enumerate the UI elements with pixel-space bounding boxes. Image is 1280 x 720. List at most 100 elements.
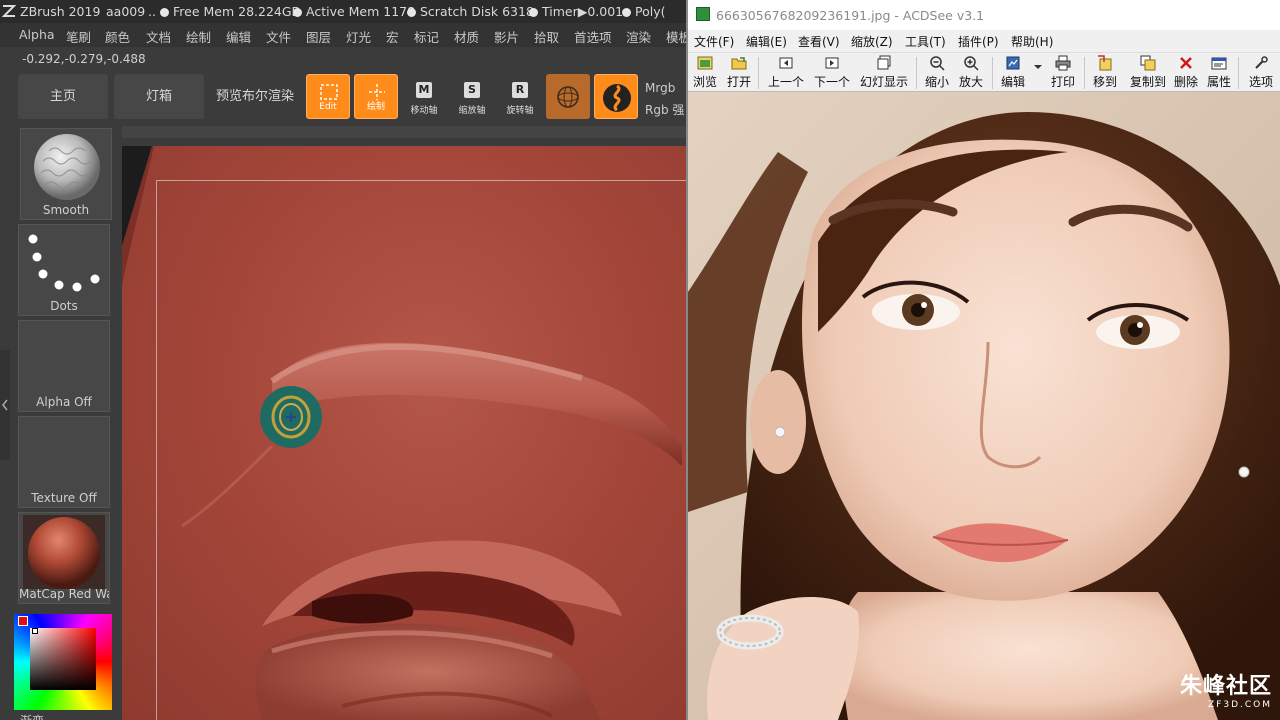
menu-draw[interactable]: 绘制 <box>186 27 211 46</box>
zoom-in-icon <box>963 55 979 71</box>
menu-layer[interactable]: 图层 <box>306 27 331 46</box>
user-name: aa009 <box>106 4 146 19</box>
canvas-frame <box>156 180 686 720</box>
menu-zoom-z[interactable]: 缩放(Z) <box>851 33 893 50</box>
scale-label: 缩放轴 <box>458 106 486 116</box>
browse-icon <box>697 55 713 71</box>
shelf-collapse-handle[interactable] <box>0 350 10 460</box>
edit-image-button[interactable]: 编辑 <box>998 55 1028 91</box>
bpr-preview-button[interactable]: 预览布尔渲染 <box>210 74 300 119</box>
slideshow-button[interactable]: 幻灯显示 <box>858 55 910 91</box>
open-button[interactable]: 打开 <box>724 55 754 91</box>
scale-button[interactable]: S 缩放轴 <box>450 80 494 120</box>
rotate-key-icon: R <box>512 82 528 98</box>
menu-edit[interactable]: 编辑 <box>226 27 251 46</box>
stroke-slot[interactable]: Dots <box>18 224 110 316</box>
color-picker-square[interactable] <box>30 628 96 690</box>
menu-color[interactable]: 颜色 <box>105 27 130 46</box>
menu-view-v[interactable]: 查看(V) <box>798 33 840 50</box>
sphere-grid-button[interactable] <box>546 74 590 119</box>
open-folder-icon <box>731 55 747 71</box>
properties-icon <box>1211 55 1227 71</box>
properties-button[interactable]: 属性 <box>1204 55 1234 91</box>
edit-label: Edit <box>319 102 337 112</box>
print-button[interactable]: 打印 <box>1048 55 1078 91</box>
menu-stencil[interactable]: 模板 <box>666 27 686 46</box>
menu-picker[interactable]: 拾取 <box>534 27 559 46</box>
menu-tools-t[interactable]: 工具(T) <box>905 33 946 50</box>
menu-document[interactable]: 文档 <box>146 27 171 46</box>
status-dot-icon <box>622 8 631 17</box>
menu-edit-e[interactable]: 编辑(E) <box>746 33 787 50</box>
smooth-brush-icon <box>34 134 100 200</box>
brush-cursor-icon <box>271 395 311 439</box>
watermark-site: ZF3D.COM <box>1208 700 1272 710</box>
browse-button[interactable]: 浏览 <box>690 55 720 91</box>
menu-help-h[interactable]: 帮助(H) <box>1011 33 1053 50</box>
status-dot-icon <box>160 8 169 17</box>
texture-slot[interactable]: Texture Off <box>18 416 110 508</box>
menu-file-f[interactable]: 文件(F) <box>694 33 734 50</box>
matcap-sphere-icon <box>23 515 105 589</box>
menu-preferences[interactable]: 首选项 <box>574 27 612 46</box>
title-ellipsis: .. <box>148 4 156 19</box>
options-button[interactable]: 选项 <box>1246 55 1276 91</box>
home-button[interactable]: 主页 <box>18 74 108 119</box>
zbrush-window: ZBrush 2019 aa009 .. Free Mem 28.224GB A… <box>0 0 686 720</box>
watermark-name: 朱峰社区 <box>1179 674 1272 699</box>
copy-to-button[interactable]: 复制到 <box>1126 55 1170 91</box>
lightbox-button[interactable]: 灯箱 <box>114 74 204 119</box>
scratch-disk-status: Scratch Disk 6318 <box>407 4 534 19</box>
brush-cursor <box>260 386 322 448</box>
slideshow-icon <box>876 55 892 71</box>
previous-button[interactable]: 上一个 <box>766 55 806 91</box>
primary-color-swatch[interactable] <box>18 616 28 626</box>
menu-file[interactable]: 文件 <box>266 27 291 46</box>
app-title: ZBrush 2019 <box>20 4 101 19</box>
acdsee-window: 6663056768209236191.jpg - ACDSee v3.1 文件… <box>686 0 1280 720</box>
menu-light[interactable]: 灯光 <box>346 27 371 46</box>
menu-brush[interactable]: 笔刷 <box>66 27 91 46</box>
alpha-slot[interactable]: Alpha Off <box>18 320 110 412</box>
status-dot-icon <box>293 8 302 17</box>
menu-render[interactable]: 渲染 <box>626 27 651 46</box>
sculpt-mode-button[interactable] <box>594 74 638 119</box>
next-icon <box>824 55 840 71</box>
rgb-intensity-label[interactable]: Rgb 强 <box>645 99 684 121</box>
secondary-color-swatch[interactable] <box>32 628 38 634</box>
previous-icon <box>778 55 794 71</box>
menu-marker[interactable]: 标记 <box>414 27 439 46</box>
material-slot[interactable]: MatCap Red Wax <box>18 512 110 604</box>
move-to-button[interactable]: 移到 <box>1090 55 1120 91</box>
color-picker[interactable] <box>14 614 112 710</box>
move-button[interactable]: M 移动轴 <box>402 80 446 120</box>
rgb-mode-group: Mrgb Rgb 强 <box>645 77 684 121</box>
portrait-photo <box>688 92 1280 720</box>
edit-button[interactable]: Edit <box>306 74 350 119</box>
move-key-icon: M <box>416 82 432 98</box>
draw-button[interactable]: 绘制 <box>354 74 398 119</box>
rotate-button[interactable]: R 旋转轴 <box>498 80 542 120</box>
menu-material[interactable]: 材质 <box>454 27 479 46</box>
menu-alpha[interactable]: Alpha <box>19 27 55 42</box>
draw-label: 绘制 <box>366 102 385 112</box>
sphere-grid-icon <box>557 86 579 108</box>
menu-macro[interactable]: 宏 <box>386 27 399 46</box>
stroke-label: Dots <box>50 299 78 313</box>
zbrush-menubar: Alpha 笔刷 颜色 文档 绘制 编辑 文件 图层 灯光 宏 标记 材质 影片… <box>0 23 686 47</box>
yin-yang-icon <box>603 84 631 112</box>
edit-dropdown[interactable] <box>1030 55 1044 91</box>
acdsee-titlebar: 6663056768209236191.jpg - ACDSee v3.1 <box>688 0 1280 30</box>
zoom-in-button[interactable]: 放大 <box>956 55 986 91</box>
brush-label: Smooth <box>42 203 90 217</box>
toolbar-separator <box>1084 57 1085 89</box>
brush-slot[interactable]: Smooth <box>20 128 112 220</box>
menu-plugins-p[interactable]: 插件(P) <box>958 33 999 50</box>
next-button[interactable]: 下一个 <box>812 55 852 91</box>
mrgb-toggle[interactable]: Mrgb <box>645 77 684 99</box>
alpha-label: Alpha Off <box>36 395 92 409</box>
zoom-out-button[interactable]: 缩小 <box>922 55 952 91</box>
delete-button[interactable]: 删除 <box>1172 55 1200 91</box>
menu-movie[interactable]: 影片 <box>494 27 519 46</box>
copy-to-icon <box>1140 55 1156 71</box>
